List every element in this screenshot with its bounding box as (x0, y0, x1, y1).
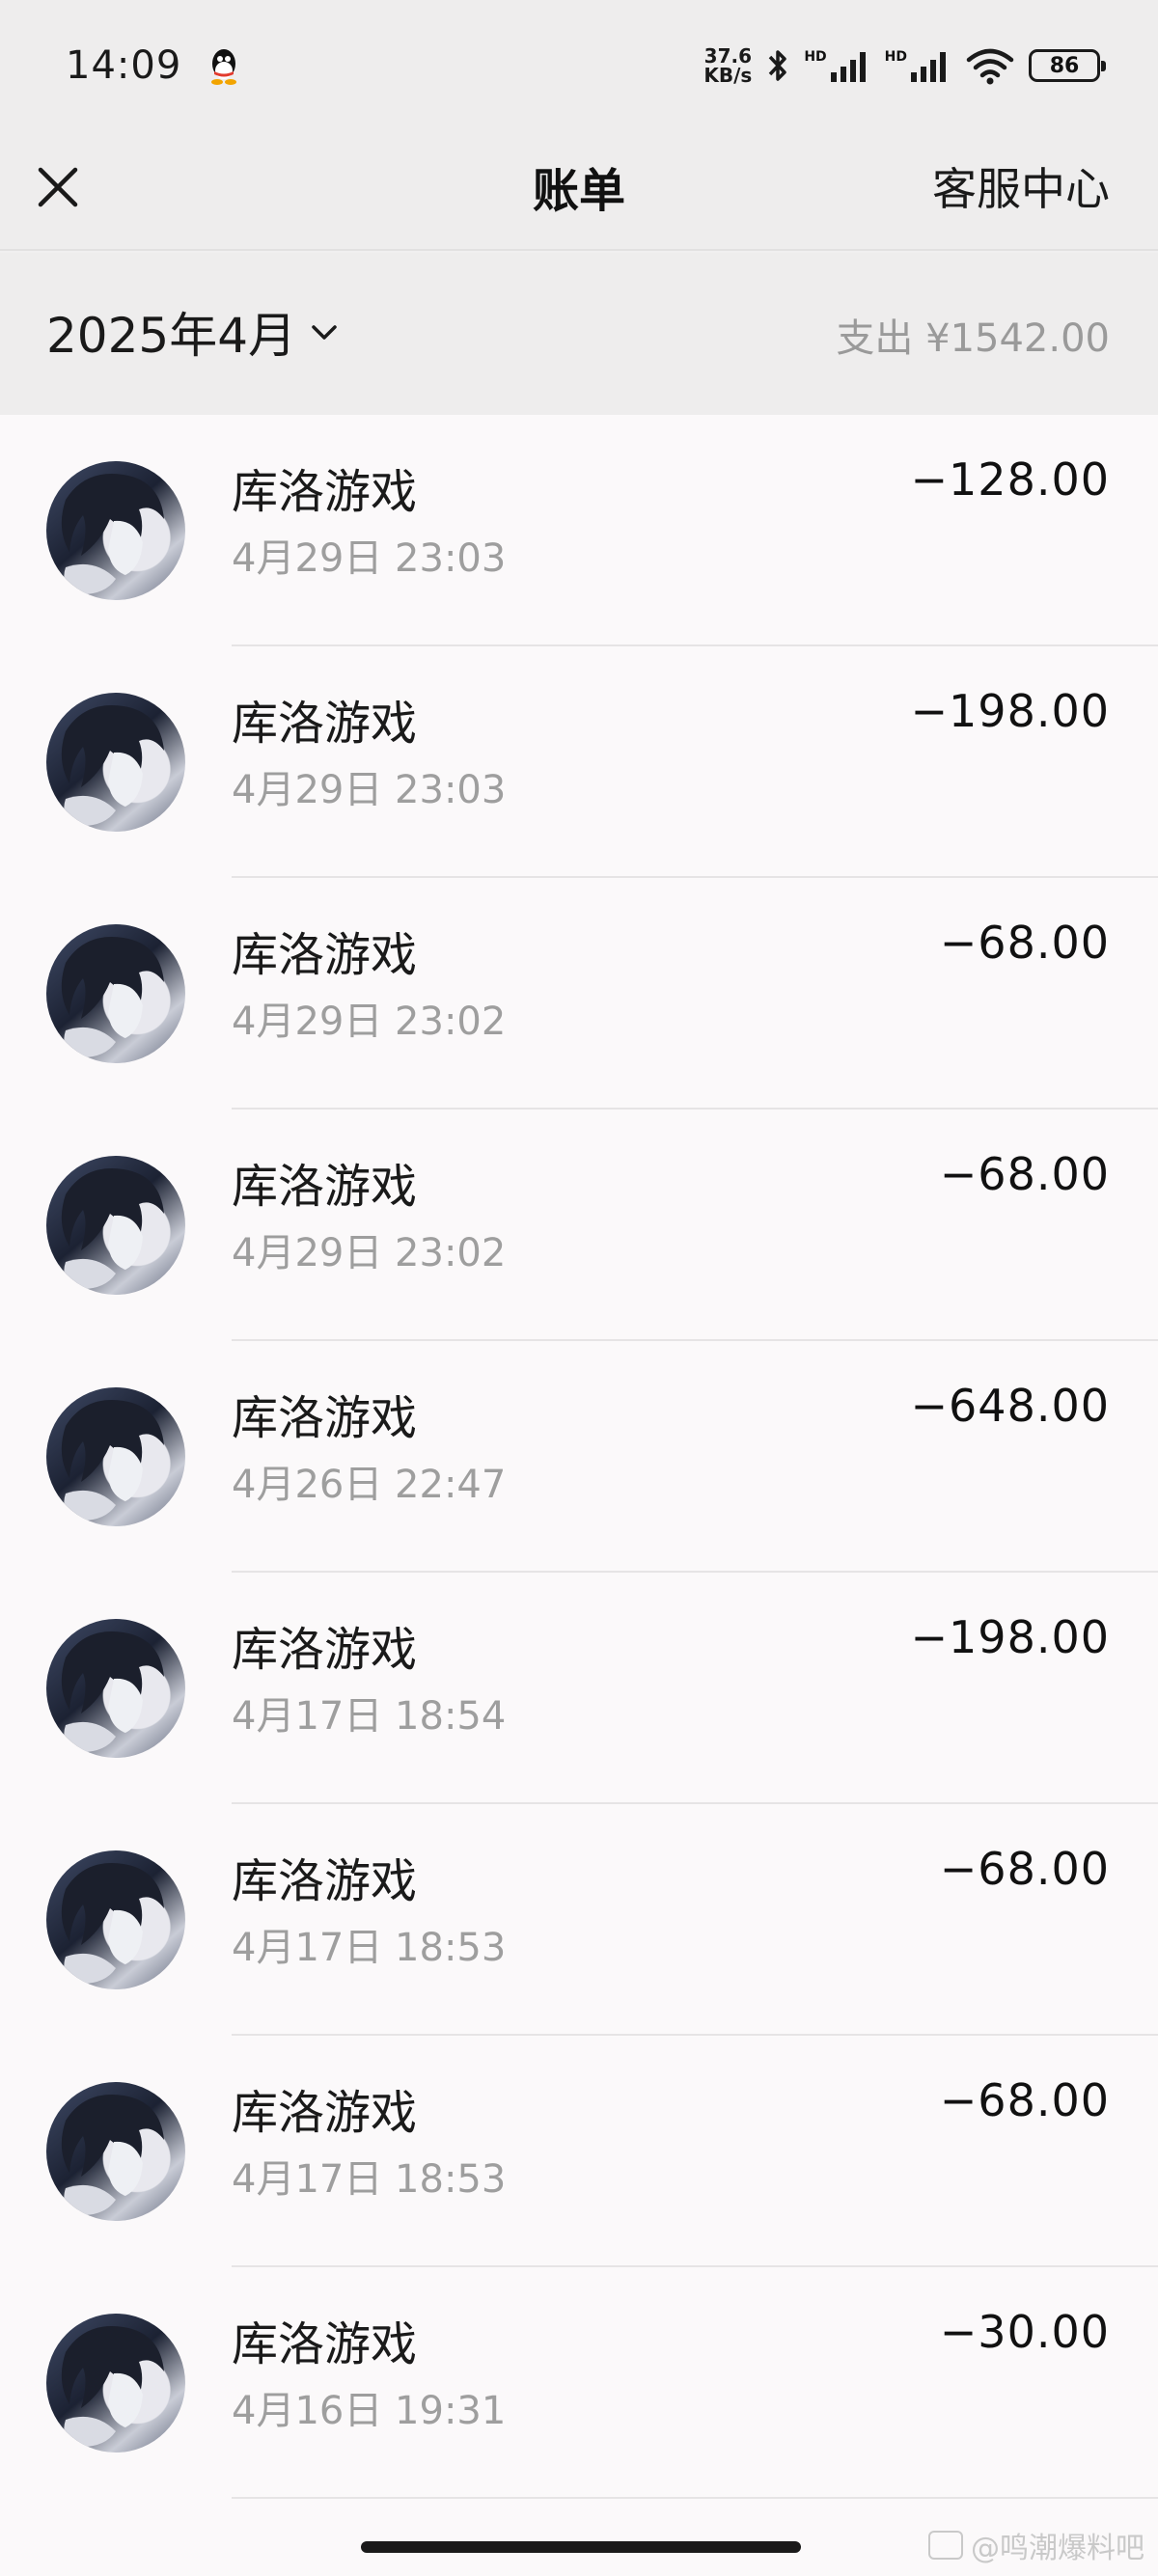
status-time: 14:09 (66, 43, 182, 88)
merchant-avatar (46, 461, 185, 600)
bill-amount: −30.00 (939, 2306, 1110, 2358)
signal-bars-icon (830, 52, 866, 82)
nav-bar: 账单 客服中心 (0, 131, 1158, 251)
bill-time: 4月16日 19:31 (232, 2389, 507, 2433)
merchant-name: 库洛游戏 (232, 2317, 418, 2371)
bill-row[interactable]: 库洛游戏 4月29日 23:02 −68.00 (0, 878, 1158, 1110)
month-summary: 2025年4月 支出 ¥1542.00 (0, 253, 1158, 415)
merchant-name: 库洛游戏 (232, 1623, 418, 1677)
bill-time: 4月17日 18:53 (232, 2157, 507, 2202)
bill-time: 4月29日 23:03 (232, 768, 507, 812)
watermark-icon (928, 2531, 963, 2560)
qq-icon (211, 49, 237, 85)
bill-amount: −68.00 (939, 1843, 1110, 1895)
merchant-name: 库洛游戏 (232, 465, 418, 519)
bill-row[interactable]: 库洛游戏 4月16日 19:31 −30.00 (0, 2267, 1158, 2499)
status-icons: 37.6 KB/s HD HD 86 (703, 46, 1106, 85)
bill-row[interactable]: 库洛游戏 4月17日 18:53 −68.00 (0, 2036, 1158, 2267)
avatar-illustration (61, 1400, 164, 1521)
bill-amount: −68.00 (939, 1148, 1110, 1200)
signal-icon-1: HD (804, 49, 870, 82)
bill-time: 4月26日 22:47 (232, 1463, 507, 1507)
bill-amount: −68.00 (939, 917, 1110, 969)
bill-time: 4月29日 23:02 (232, 1231, 507, 1275)
merchant-name: 库洛游戏 (232, 2086, 418, 2140)
home-indicator[interactable] (361, 2541, 801, 2553)
signal-hd-label-1: HD (804, 49, 827, 65)
signal-bars-icon (911, 52, 946, 82)
bill-list: 库洛游戏 4月29日 23:03 −128.00 库洛游戏 4月29日 23:03 −19… (0, 415, 1158, 2576)
bluetooth-icon (769, 50, 787, 81)
status-bar: 14:09 37.6 KB/s HD HD 86 (0, 0, 1158, 131)
bill-row[interactable]: 库洛游戏 4月29日 23:02 −68.00 (0, 1110, 1158, 1341)
avatar-illustration (61, 2095, 164, 2216)
avatar-illustration (61, 1863, 164, 1985)
network-speed: 37.6 KB/s (703, 46, 752, 85)
watermark-text: @鸣潮爆料吧 (971, 2532, 1144, 2565)
signal-hd-label-2: HD (884, 49, 907, 65)
bill-amount: −648.00 (910, 1380, 1110, 1432)
expense-total: 支出 ¥1542.00 (836, 316, 1110, 361)
merchant-name: 库洛游戏 (232, 697, 418, 751)
avatar-illustration (61, 1631, 164, 1753)
customer-service-link[interactable]: 客服中心 (932, 154, 1110, 218)
watermark: @鸣潮爆料吧 (928, 2524, 1144, 2566)
avatar-illustration (61, 1168, 164, 1290)
avatar-illustration (61, 705, 164, 827)
merchant-avatar (46, 924, 185, 1063)
merchant-avatar (46, 1387, 185, 1526)
bill-amount: −128.00 (910, 453, 1110, 506)
bill-row[interactable]: 库洛游戏 4月29日 23:03 −198.00 (0, 646, 1158, 878)
bill-row[interactable]: 库洛游戏 4月26日 22:47 −648.00 (0, 1341, 1158, 1573)
merchant-name: 库洛游戏 (232, 928, 418, 982)
avatar-illustration (61, 937, 164, 1058)
bill-row[interactable]: 库洛游戏 4月17日 18:54 −198.00 (0, 1573, 1158, 1804)
month-label: 2025年4月 (46, 308, 297, 364)
merchant-avatar (46, 693, 185, 832)
merchant-name: 库洛游戏 (232, 1391, 418, 1445)
bill-row[interactable]: 库洛游戏 4月29日 23:03 −128.00 (0, 415, 1158, 646)
bill-amount: −68.00 (939, 2074, 1110, 2126)
bill-amount: −198.00 (910, 685, 1110, 737)
merchant-avatar (46, 2314, 185, 2453)
chevron-down-icon (312, 325, 337, 340)
bill-time: 4月17日 18:53 (232, 1926, 507, 1970)
merchant-avatar (46, 1619, 185, 1758)
row-divider (232, 2497, 1158, 2499)
merchant-avatar (46, 1156, 185, 1295)
merchant-name: 库洛游戏 (232, 1160, 418, 1214)
wifi-icon (966, 48, 1014, 85)
battery-icon: 86 (1029, 49, 1106, 82)
month-selector[interactable]: 2025年4月 (46, 297, 341, 367)
avatar-illustration (61, 474, 164, 595)
merchant-name: 库洛游戏 (232, 1854, 418, 1908)
bill-amount: −198.00 (910, 1611, 1110, 1663)
avatar-illustration (61, 2326, 164, 2448)
network-speed-unit: KB/s (703, 64, 753, 87)
bill-time: 4月17日 18:54 (232, 1694, 507, 1739)
bill-row[interactable]: 库洛游戏 4月17日 18:53 −68.00 (0, 1804, 1158, 2036)
merchant-avatar (46, 1850, 185, 1989)
signal-icon-2: HD (885, 49, 951, 82)
bill-time: 4月29日 23:03 (232, 536, 507, 581)
network-speed-value: 37.6 (703, 44, 753, 68)
bill-time: 4月29日 23:02 (232, 1000, 507, 1044)
merchant-avatar (46, 2082, 185, 2221)
